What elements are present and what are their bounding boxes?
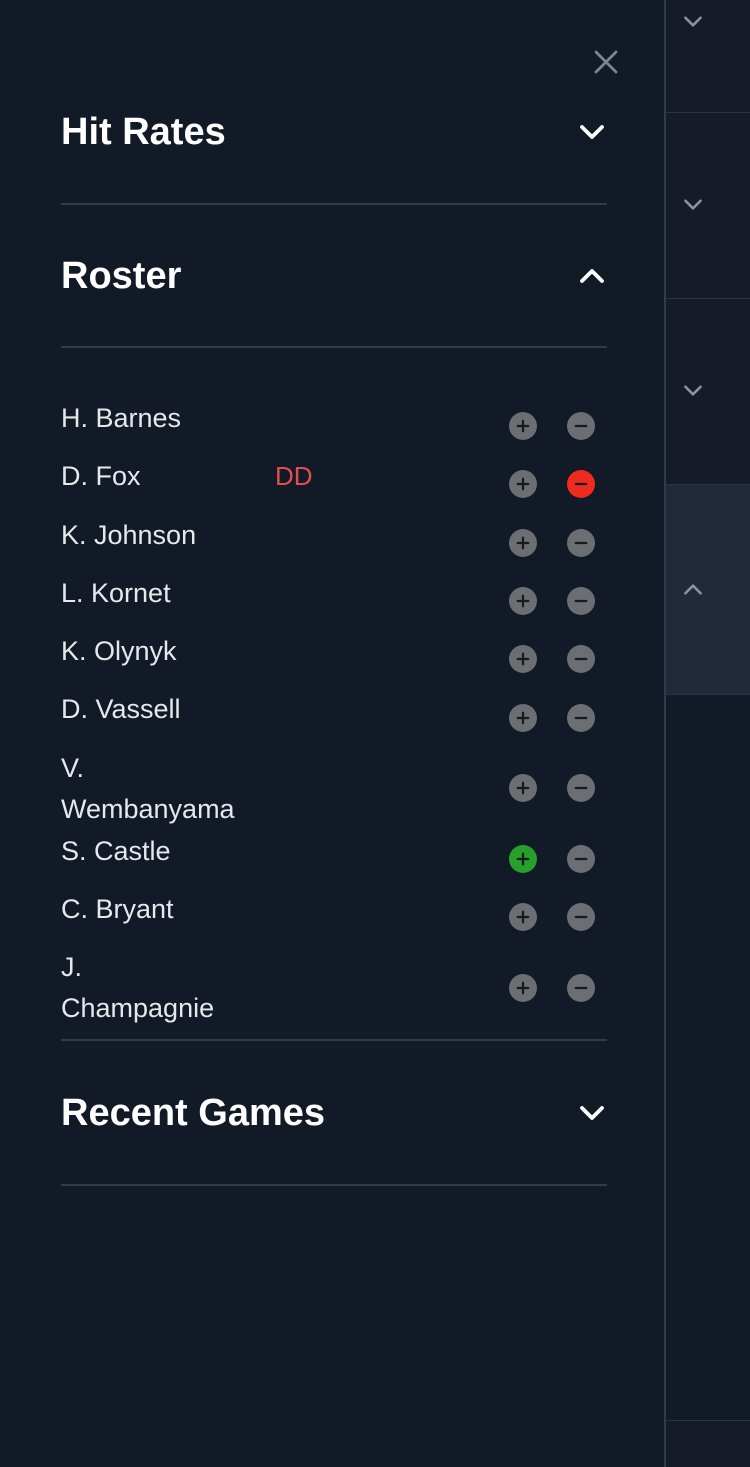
section-header-hit-rates[interactable]: Hit Rates bbox=[61, 102, 607, 162]
exclude-player-button[interactable] bbox=[567, 903, 595, 932]
background-accordion-4[interactable] bbox=[666, 484, 750, 694]
plus-icon bbox=[516, 711, 530, 724]
divider bbox=[61, 1184, 607, 1186]
section-header-roster[interactable]: Roster bbox=[61, 246, 607, 306]
player-name: V. Wembanyama bbox=[61, 752, 235, 824]
player-name: C. Bryant bbox=[61, 894, 174, 925]
roster-row: K. Johnson bbox=[61, 505, 607, 563]
minus-icon bbox=[574, 986, 588, 989]
background-accordion-strip bbox=[666, 0, 750, 1467]
exclude-player-button[interactable] bbox=[567, 528, 595, 557]
exclude-player-button[interactable] bbox=[567, 703, 595, 732]
divider bbox=[61, 346, 607, 348]
minus-icon bbox=[574, 916, 588, 919]
minus-icon bbox=[574, 857, 588, 861]
close-icon bbox=[594, 50, 618, 74]
minus-icon bbox=[574, 716, 588, 719]
roster-row: V. Wembanyama bbox=[61, 738, 607, 824]
include-player-button[interactable] bbox=[509, 470, 537, 499]
roster-list: H. Barnes D. Fox DD K. Johnson L. Kornet K. O… bbox=[61, 388, 607, 1023]
plus-icon bbox=[516, 652, 530, 666]
minus-icon bbox=[574, 425, 588, 428]
include-player-button[interactable] bbox=[509, 587, 537, 616]
exclude-player-button[interactable] bbox=[567, 470, 595, 499]
background-panel bbox=[666, 694, 750, 1420]
exclude-player-button[interactable] bbox=[567, 844, 595, 873]
background-accordion-5 bbox=[666, 1420, 750, 1467]
chevron-down-icon bbox=[577, 1098, 607, 1128]
plus-icon bbox=[516, 781, 530, 795]
player-name: L. Kornet bbox=[61, 577, 171, 608]
chevron-down-icon bbox=[684, 16, 702, 27]
divider bbox=[61, 1039, 607, 1041]
include-player-button[interactable] bbox=[509, 528, 537, 557]
background-accordion-2[interactable] bbox=[666, 112, 750, 298]
plus-icon bbox=[516, 910, 530, 924]
minus-icon bbox=[574, 787, 588, 790]
player-name: K. Johnson bbox=[61, 519, 197, 550]
background-accordion-3[interactable] bbox=[666, 298, 750, 484]
roster-row: C. Bryant bbox=[61, 879, 607, 937]
include-player-button[interactable] bbox=[509, 645, 537, 674]
minus-icon bbox=[574, 483, 588, 486]
exclude-player-button[interactable] bbox=[567, 774, 595, 803]
plus-icon bbox=[516, 594, 530, 608]
roster-row: H. Barnes bbox=[61, 388, 607, 446]
roster-row: S. Castle bbox=[61, 821, 607, 879]
player-name: J. Champagnie bbox=[61, 952, 215, 1024]
minus-icon bbox=[574, 599, 588, 603]
roster-row: D. Vassell bbox=[61, 679, 607, 737]
plus-icon bbox=[516, 419, 530, 433]
section-header-recent-games[interactable]: Recent Games bbox=[61, 1083, 607, 1143]
exclude-player-button[interactable] bbox=[567, 645, 595, 674]
chevron-down-icon bbox=[577, 117, 607, 147]
roster-row: L. Kornet bbox=[61, 563, 607, 621]
roster-row: D. Fox DD bbox=[61, 446, 607, 504]
include-player-button[interactable] bbox=[509, 844, 537, 873]
player-name: S. Castle bbox=[61, 835, 171, 866]
player-name: K. Olynyk bbox=[61, 636, 177, 667]
chevron-down-icon bbox=[684, 199, 702, 210]
player-tag: DD bbox=[275, 461, 313, 492]
minus-icon bbox=[574, 658, 588, 661]
player-name: D. Fox bbox=[61, 461, 141, 492]
exclude-player-button[interactable] bbox=[567, 412, 595, 441]
plus-icon bbox=[516, 852, 530, 866]
include-player-button[interactable] bbox=[509, 903, 537, 932]
exclude-player-button[interactable] bbox=[567, 587, 595, 616]
background-accordion-1[interactable] bbox=[666, 0, 750, 112]
chevron-down-icon bbox=[684, 385, 702, 396]
section-title: Roster bbox=[61, 254, 182, 297]
include-player-button[interactable] bbox=[509, 703, 537, 732]
divider bbox=[61, 203, 607, 205]
section-title: Hit Rates bbox=[61, 110, 226, 153]
include-player-button[interactable] bbox=[509, 774, 537, 803]
roster-row: K. Olynyk bbox=[61, 621, 607, 679]
minus-icon bbox=[574, 541, 588, 544]
player-name: H. Barnes bbox=[61, 403, 182, 433]
section-title: Recent Games bbox=[61, 1091, 326, 1134]
include-player-button[interactable] bbox=[509, 973, 537, 1002]
exclude-player-button[interactable] bbox=[567, 973, 595, 1002]
roster-row: J. Champagnie bbox=[61, 937, 607, 1023]
plus-icon bbox=[516, 981, 530, 995]
plus-icon bbox=[516, 536, 530, 550]
close-button[interactable] bbox=[588, 44, 624, 80]
include-player-button[interactable] bbox=[509, 412, 537, 441]
player-name: D. Vassell bbox=[61, 694, 181, 725]
filter-drawer: Hit Rates Roster H. Barnes D. Fox DD K. Joh… bbox=[0, 0, 666, 1467]
chevron-up-icon bbox=[577, 261, 607, 291]
chevron-up-icon bbox=[684, 584, 702, 595]
plus-icon bbox=[516, 478, 530, 491]
